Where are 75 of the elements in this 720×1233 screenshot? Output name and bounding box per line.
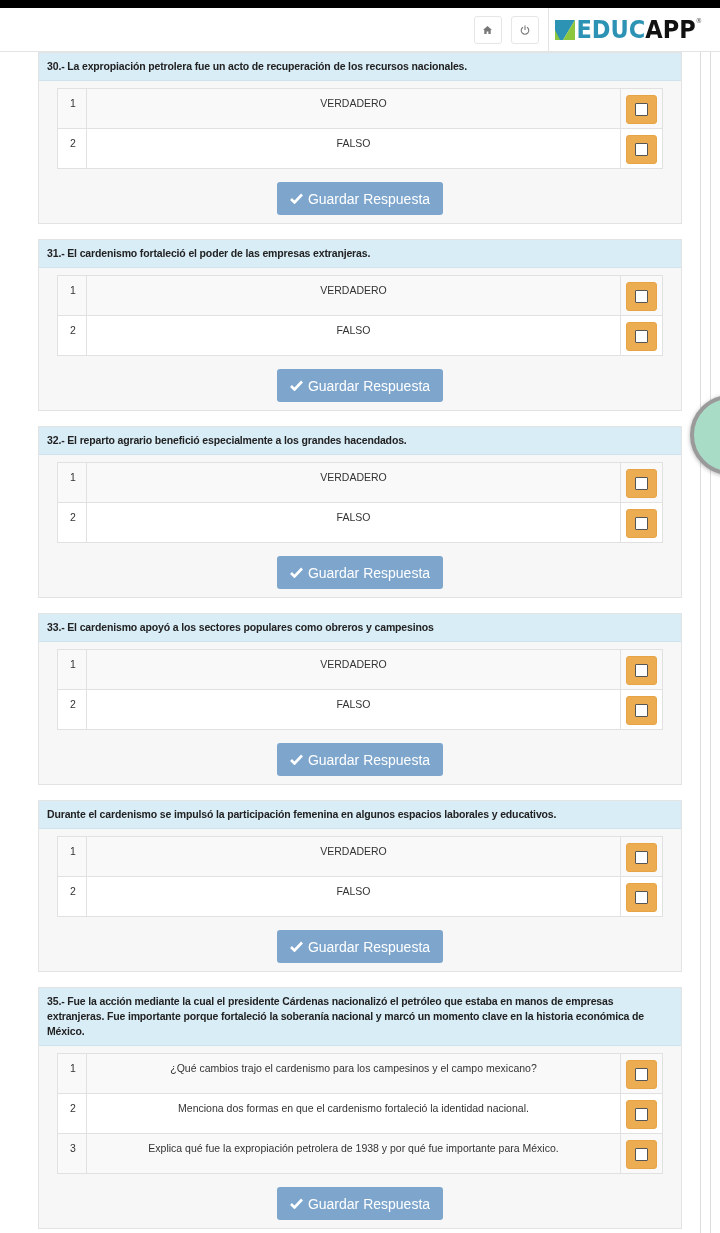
save-answer-button[interactable]: Guardar Respuesta — [276, 743, 444, 776]
checkbox-button[interactable] — [626, 509, 657, 538]
option-text: FALSO — [86, 502, 621, 543]
option-text: Menciona dos formas en que el cardenismo fortaleció la identidad nacional. — [86, 1093, 621, 1134]
checkbox[interactable] — [635, 143, 648, 156]
question-text: 35.- Fue la acción mediante la cual el presidente Cárdenas nacionalizó el petróleo que estaba en manos de empresas extranjeras. Fue importante porque fortaleció la soberanía nacional y marcó un momento clave en la historia económica de México. — [39, 988, 681, 1046]
question-text: 31.- El cardenismo fortaleció el poder de las empresas extranjeras. — [39, 240, 681, 268]
checkbox-button[interactable] — [626, 95, 657, 124]
checkbox-button[interactable] — [626, 883, 657, 912]
save-answer-button[interactable]: Guardar Respuesta — [276, 182, 444, 215]
question-text: 30.- La expropiación petrolera fue un acto de recuperación de los recursos nacionales. — [39, 53, 681, 81]
option-number: 2 — [57, 128, 87, 169]
check-icon — [289, 754, 303, 765]
checkbox-button[interactable] — [626, 696, 657, 725]
checkbox-button[interactable] — [626, 1100, 657, 1129]
check-icon — [289, 941, 303, 952]
checkbox-button[interactable] — [626, 322, 657, 351]
option-text: VERDADERO — [86, 649, 621, 690]
check-icon — [289, 193, 303, 204]
option-number: 1 — [57, 649, 87, 690]
save-answer-button[interactable]: Guardar Respuesta — [276, 1187, 444, 1220]
checkbox[interactable] — [635, 1108, 648, 1121]
checkbox-button[interactable] — [626, 469, 657, 498]
option-number: 2 — [57, 502, 87, 543]
option-number: 2 — [57, 315, 87, 356]
checkbox[interactable] — [635, 851, 648, 864]
option-text: VERDADERO — [86, 462, 621, 503]
option-number: 1 — [57, 88, 87, 129]
checkbox[interactable] — [635, 1148, 648, 1161]
home-icon — [483, 25, 492, 34]
option-number: 1 — [57, 462, 87, 503]
question-text: 33.- El cardenismo apoyó a los sectores populares como obreros y campesinos — [39, 614, 681, 642]
checkbox-button[interactable] — [626, 1140, 657, 1169]
checkbox[interactable] — [635, 664, 648, 677]
checkbox-button[interactable] — [626, 656, 657, 685]
home-button[interactable] — [473, 15, 502, 44]
option-number: 2 — [57, 876, 87, 917]
power-button[interactable] — [510, 15, 539, 44]
option-text: ¿Qué cambios trajo el cardenismo para los campesinos y el campo mexicano? — [86, 1053, 621, 1094]
logo-icon — [554, 19, 575, 40]
checkbox-button[interactable] — [626, 282, 657, 311]
checkbox-button[interactable] — [626, 1060, 657, 1089]
option-text: FALSO — [86, 128, 621, 169]
checkbox-button[interactable] — [626, 843, 657, 872]
checkbox[interactable] — [635, 704, 648, 717]
option-number: 1 — [57, 836, 87, 877]
option-text: VERDADERO — [86, 275, 621, 316]
option-text: VERDADERO — [86, 88, 621, 129]
checkbox-button[interactable] — [626, 135, 657, 164]
checkbox[interactable] — [635, 330, 648, 343]
save-answer-button[interactable]: Guardar Respuesta — [276, 930, 444, 963]
option-number: 2 — [57, 689, 87, 730]
save-answer-button[interactable]: Guardar Respuesta — [276, 556, 444, 589]
checkbox[interactable] — [635, 103, 648, 116]
question-text: Durante el cardenismo se impulsó la participación femenina en algunos espacios laborales y educativos. — [39, 801, 681, 829]
option-number: 2 — [57, 1093, 87, 1134]
option-number: 3 — [57, 1133, 87, 1174]
option-text: FALSO — [86, 315, 621, 356]
power-icon — [519, 24, 530, 35]
check-icon — [289, 1198, 303, 1209]
option-number: 1 — [57, 1053, 87, 1094]
checkbox[interactable] — [635, 1068, 648, 1081]
check-icon — [289, 567, 303, 578]
checkbox[interactable] — [635, 290, 648, 303]
checkbox[interactable] — [635, 891, 648, 904]
save-answer-button[interactable]: Guardar Respuesta — [276, 369, 444, 402]
option-text: FALSO — [86, 876, 621, 917]
check-icon — [289, 380, 303, 391]
option-number: 1 — [57, 275, 87, 316]
question-text: 32.- El reparto agrario benefició especialmente a los grandes hacendados. — [39, 427, 681, 455]
option-text: VERDADERO — [86, 836, 621, 877]
checkbox[interactable] — [635, 517, 648, 530]
checkbox[interactable] — [635, 477, 648, 490]
option-text: Explica qué fue la expropiación petrolera de 1938 y por qué fue importante para México. — [86, 1133, 621, 1174]
option-text: FALSO — [86, 689, 621, 730]
